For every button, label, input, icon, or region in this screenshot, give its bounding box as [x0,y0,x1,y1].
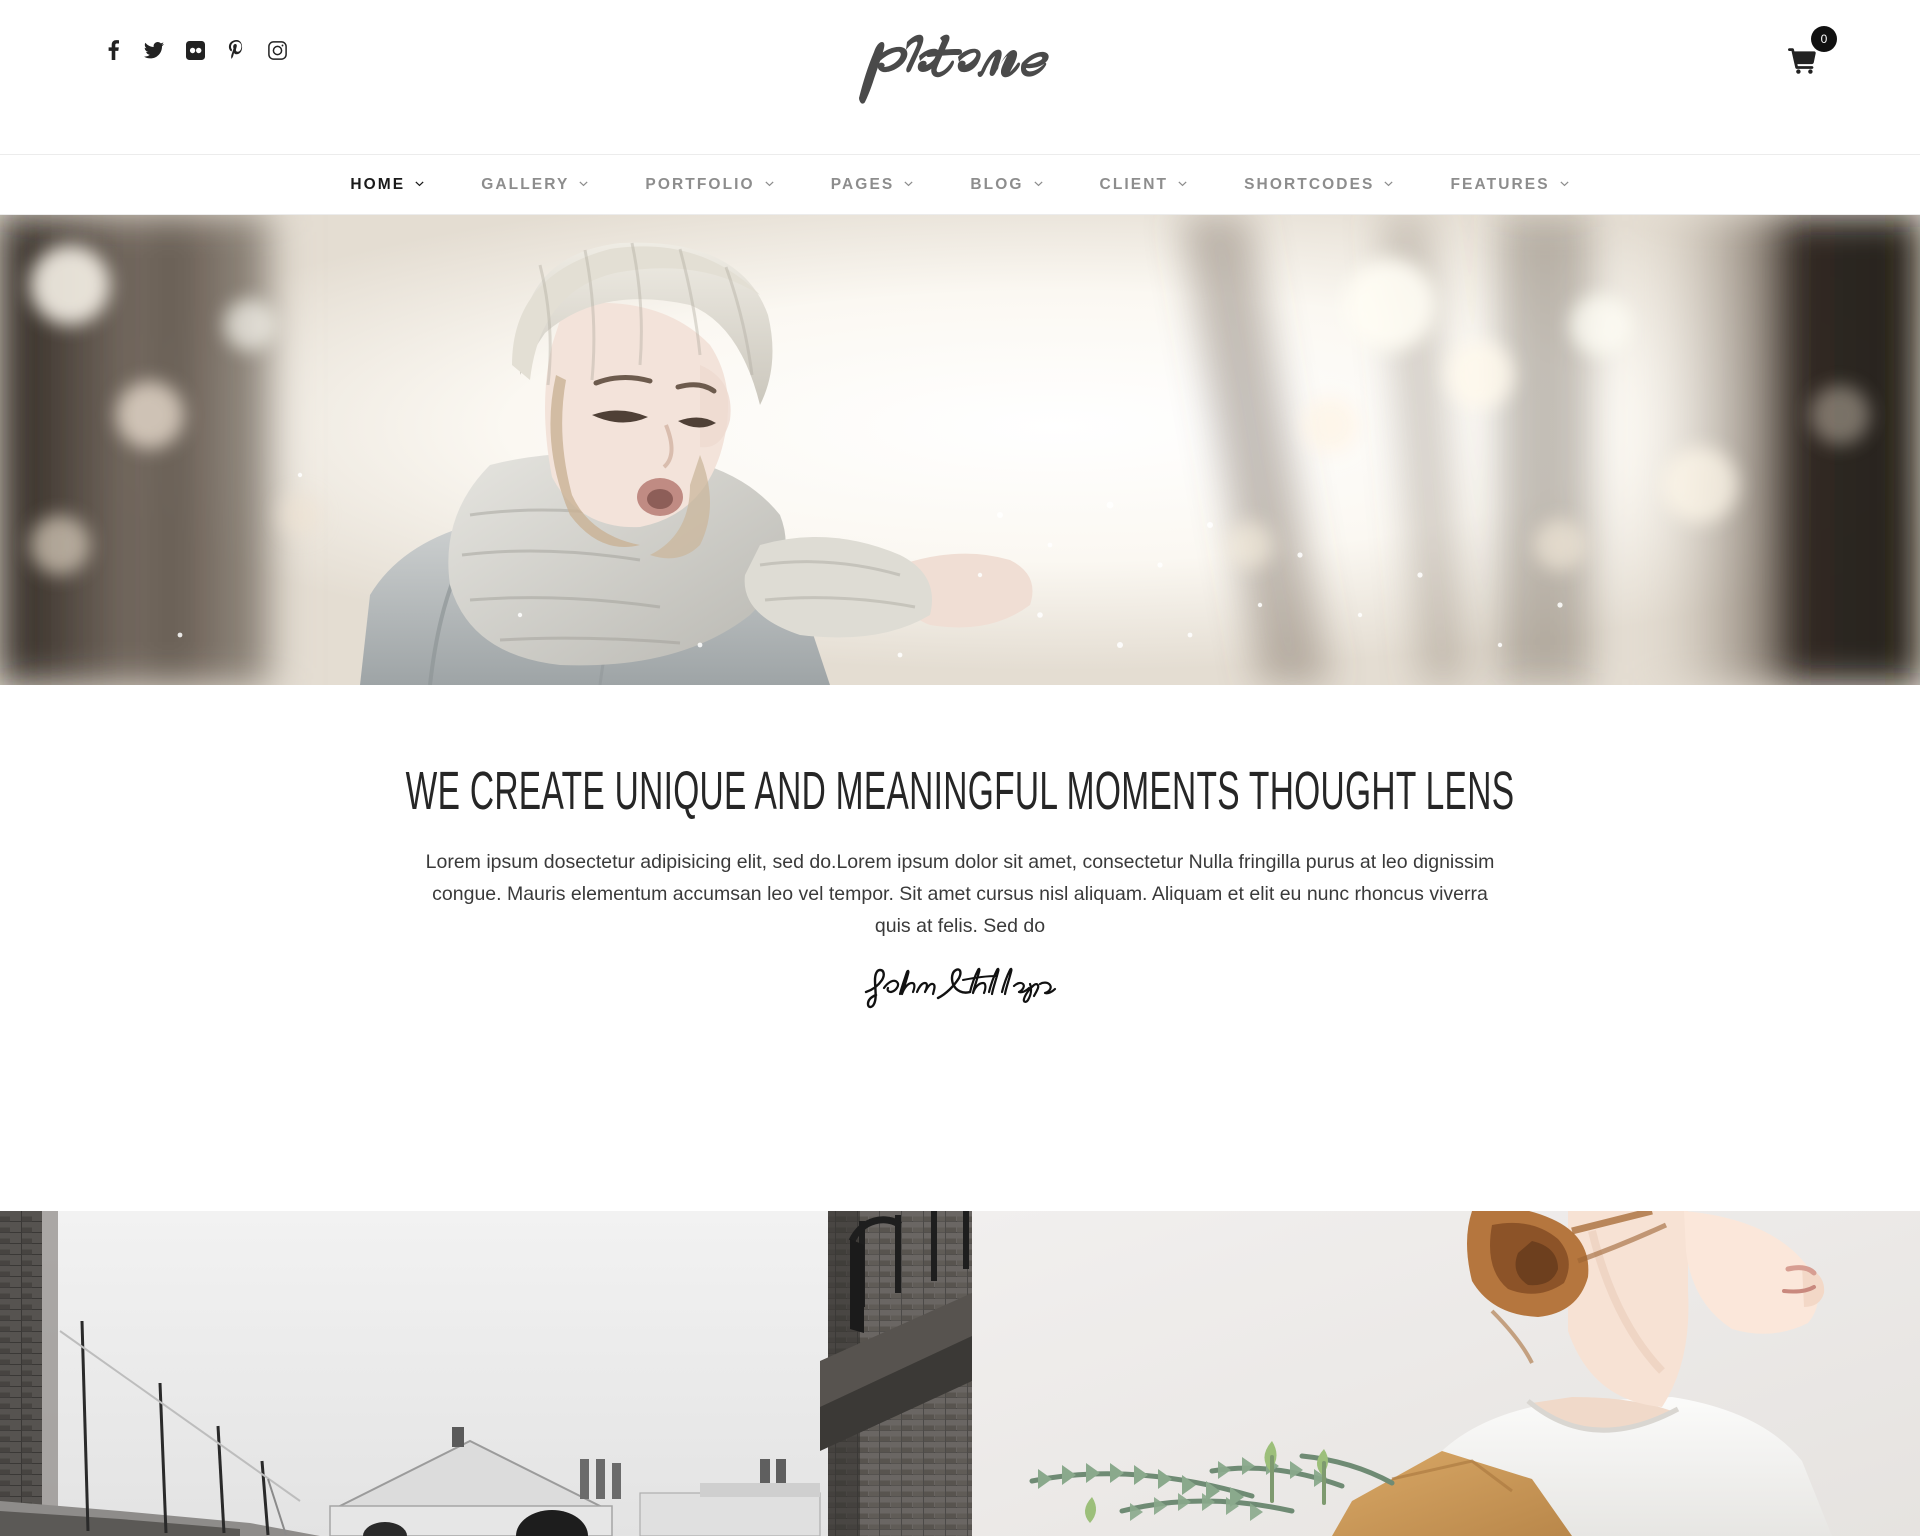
nav-item-label: PORTFOLIO [645,175,755,193]
intro-paragraph: Lorem ipsum dosectetur adipisicing elit,… [425,850,1495,937]
chevron-down-icon [1033,178,1044,189]
page-title: WE CREATE UNIQUE AND MEANINGFUL MOMENTS … [405,761,1515,821]
nav-item-label: BLOG [970,175,1024,193]
site-logo[interactable]: photome [810,20,1110,110]
nav-item-label: HOME [350,175,406,193]
nav-item-pages[interactable]: PAGES [803,176,943,194]
site-header: photome 0 [0,0,1920,155]
nav-item-blog[interactable]: BLOG [942,176,1071,194]
nav-item-label: SHORTCODES [1244,175,1375,193]
flickr-icon[interactable] [185,40,205,60]
facebook-icon[interactable] [103,40,123,60]
gallery-grid [0,1211,1920,1536]
main-navigation: HOME GALLERY PORTFOLIO PAGES BLOG CLIENT… [0,155,1920,215]
chevron-down-icon [1177,178,1188,189]
chevron-down-icon [414,178,425,189]
chevron-down-icon [1383,178,1394,189]
nav-item-features[interactable]: FEATURES [1422,176,1597,194]
pinterest-icon[interactable] [226,39,246,60]
chevron-down-icon [764,178,775,189]
chevron-down-icon [1559,178,1570,189]
social-links [103,39,287,60]
instagram-icon[interactable] [267,40,287,60]
gallery-tile-rooftops[interactable] [0,1211,972,1536]
logo-script-mark [859,34,1049,104]
shopping-cart-icon [1788,48,1816,79]
nav-item-home[interactable]: HOME [322,176,453,194]
chevron-down-icon [903,178,914,189]
hero-image [0,215,1920,685]
chevron-down-icon [578,178,589,189]
signature: John Phillips [0,958,1920,1012]
nav-item-portfolio[interactable]: PORTFOLIO [617,176,802,194]
nav-item-shortcodes[interactable]: SHORTCODES [1216,176,1422,194]
nav-item-label: PAGES [830,175,895,193]
cart-button[interactable]: 0 [1780,26,1840,86]
rooftops-image [0,1211,972,1536]
gallery-tile-pine-bouquet[interactable] [972,1211,1920,1536]
nav-item-label: CLIENT [1099,175,1169,193]
nav-item-gallery[interactable]: GALLERY [453,176,617,194]
hero-banner[interactable] [0,215,1920,685]
nav-item-client[interactable]: CLIENT [1072,176,1217,194]
signature-mark [864,967,1057,1008]
twitter-icon[interactable] [144,40,164,60]
nav-item-label: FEATURES [1450,175,1550,193]
pine-bouquet-image [972,1211,1920,1536]
nav-item-label: GALLERY [481,175,570,193]
intro-section: WE CREATE UNIQUE AND MEANINGFUL MOMENTS … [0,685,1920,1211]
